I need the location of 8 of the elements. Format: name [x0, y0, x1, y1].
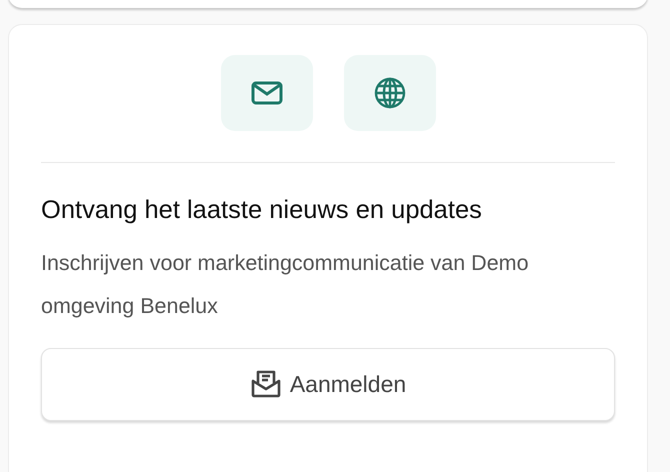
- heading: Ontvang het laatste nieuws en updates: [41, 195, 483, 226]
- description: Inschrijven voor marketingcommunicatie van Demo omgeving Benelux: [41, 250, 530, 320]
- email-button[interactable]: [220, 55, 312, 131]
- globe-icon: [374, 77, 406, 109]
- website-button[interactable]: [344, 55, 436, 131]
- envelope-icon: [250, 81, 282, 105]
- mail-inbox-icon: [250, 369, 282, 400]
- subscribe-button[interactable]: Aanmelden: [41, 348, 615, 421]
